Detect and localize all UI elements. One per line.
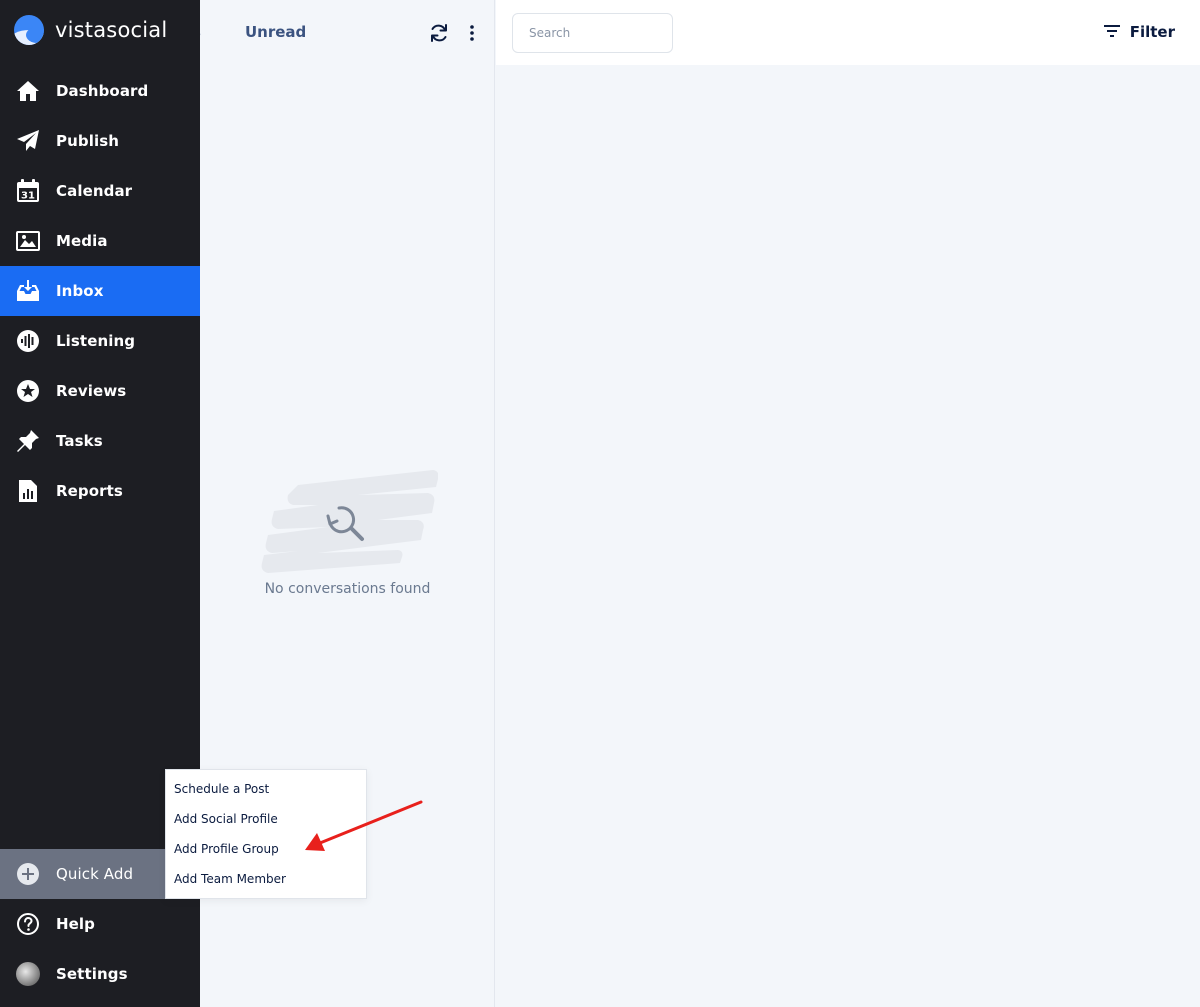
sidebar-item-label: Help [56, 915, 96, 933]
filter-button[interactable]: Filter [1103, 22, 1175, 41]
sidebar-item-reports[interactable]: Reports [0, 466, 200, 516]
vistasocial-logo[interactable]: vistasocial [14, 14, 167, 46]
empty-search-illustration [258, 465, 438, 575]
refresh-icon[interactable] [429, 23, 449, 43]
sidebar-item-listening[interactable]: Listening [0, 316, 200, 366]
sidebar-item-label: Reports [56, 482, 123, 500]
search-input[interactable] [512, 13, 673, 53]
avatar [16, 962, 40, 986]
pin-icon [16, 429, 40, 453]
sidebar-item-label: Tasks [56, 432, 103, 450]
sidebar-item-label: Listening [56, 332, 136, 350]
top-bar: Filter [496, 0, 1200, 65]
sidebar-item-help[interactable]: Help [0, 899, 200, 949]
sidebar-item-dashboard[interactable]: Dashboard [0, 66, 200, 116]
sidebar-item-label: Quick Add [56, 865, 134, 883]
home-icon [16, 79, 40, 103]
sidebar-item-label: Reviews [56, 382, 127, 400]
logo-text: vistasocial [55, 18, 168, 42]
sidebar-item-label: Settings [56, 965, 128, 983]
main-nav: Dashboard Publish 31 Calendar Media Inbo… [0, 66, 200, 516]
menu-item-add-team-member[interactable]: Add Team Member [166, 864, 366, 894]
image-icon [16, 229, 40, 253]
report-icon [16, 479, 40, 503]
list-header: s Unread [192, 0, 495, 65]
filter-icon [1103, 22, 1120, 41]
sidebar-item-reviews[interactable]: Reviews [0, 366, 200, 416]
empty-state-message: No conversations found [264, 581, 431, 597]
conversation-detail-panel [496, 65, 1200, 1007]
calendar-icon: 31 [16, 179, 40, 203]
sidebar-item-media[interactable]: Media [0, 216, 200, 266]
sidebar-item-label: Inbox [56, 282, 104, 300]
sidebar-item-label: Dashboard [56, 82, 149, 100]
sidebar-item-label: Calendar [56, 182, 133, 200]
sidebar-item-calendar[interactable]: 31 Calendar [0, 166, 200, 216]
sidebar-item-label: Media [56, 232, 108, 250]
soundwave-icon [16, 329, 40, 353]
filter-label: Filter [1129, 22, 1175, 41]
sidebar-item-inbox[interactable]: Inbox [0, 266, 200, 316]
sidebar-item-label: Publish [56, 132, 119, 150]
sidebar-item-publish[interactable]: Publish [0, 116, 200, 166]
tab-unread[interactable]: Unread [245, 23, 306, 41]
sidebar-item-settings[interactable]: Settings [0, 949, 200, 999]
question-circle-icon [16, 912, 40, 936]
sidebar-item-tasks[interactable]: Tasks [0, 416, 200, 466]
logo-icon [14, 15, 44, 45]
plus-circle-icon [16, 862, 40, 886]
calendar-icon-date: 31 [21, 191, 35, 202]
more-options-icon[interactable] [463, 23, 481, 43]
paper-plane-icon [16, 129, 40, 153]
inbox-icon [16, 279, 40, 303]
annotation-arrow [305, 800, 423, 851]
star-badge-icon [16, 379, 40, 403]
empty-state: No conversations found [200, 465, 495, 597]
